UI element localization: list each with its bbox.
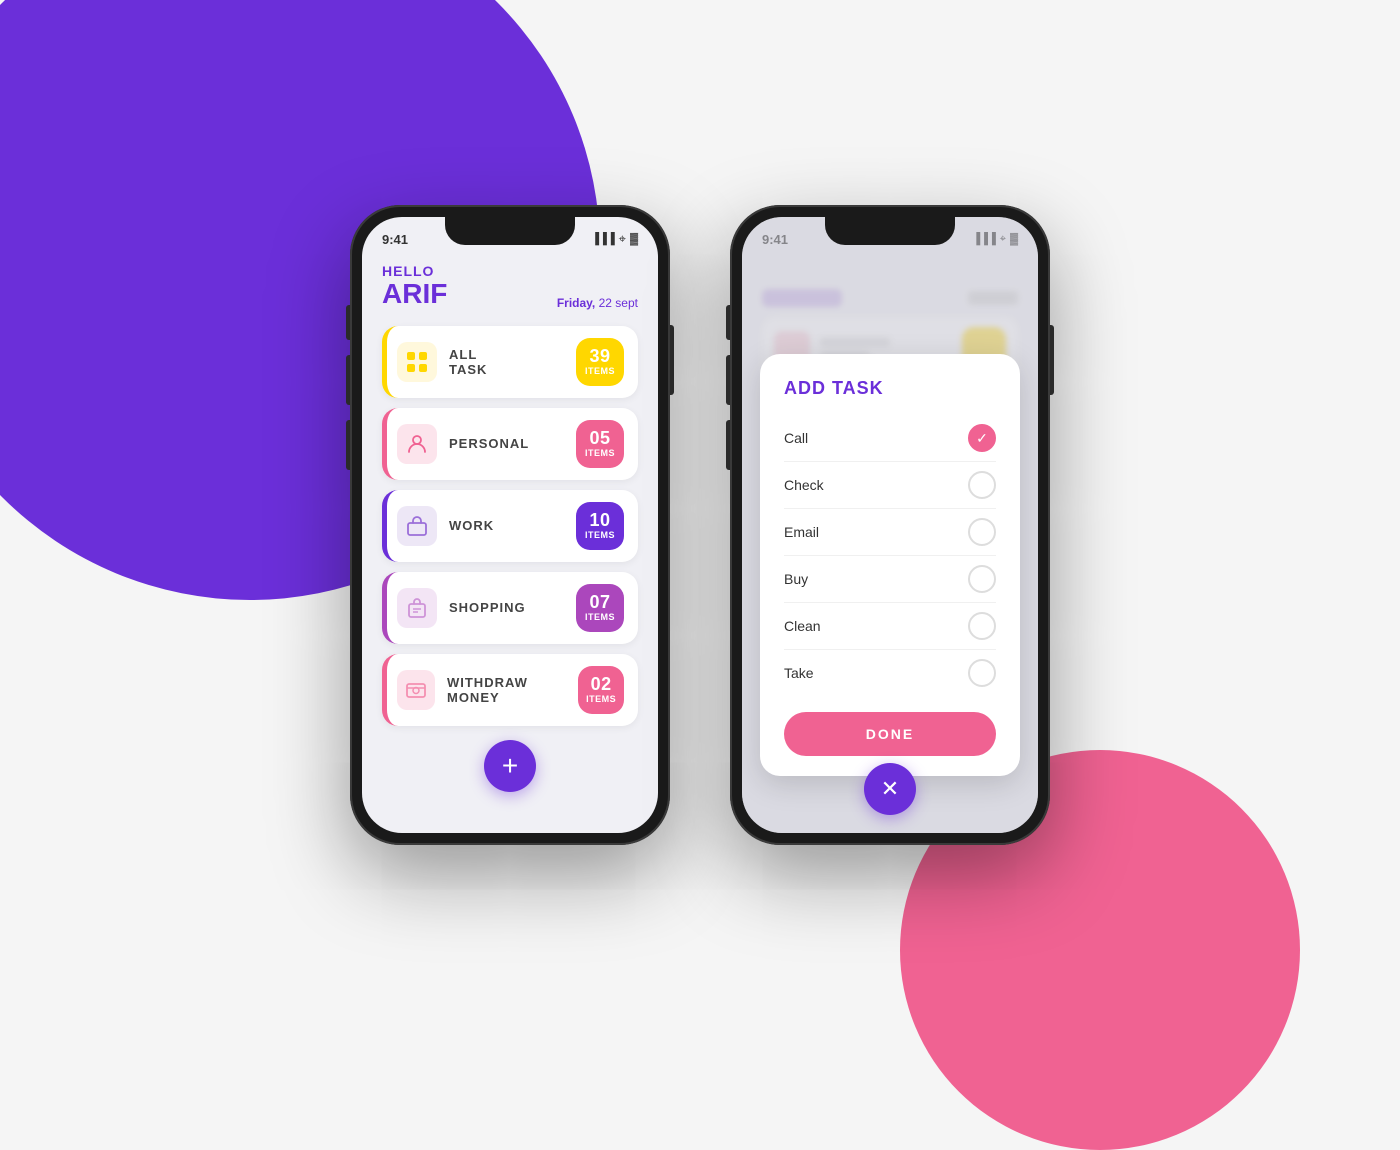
- phone-2: 9:41 ▐▐▐ ⌖ ▓: [730, 205, 1050, 845]
- task-card-personal[interactable]: PERSONAL 05 ITEMS: [382, 408, 638, 480]
- shopping-task-label: SHOPPING: [449, 600, 526, 615]
- done-button[interactable]: DONE: [784, 712, 996, 756]
- withdraw-task-label: WITHDRAW MONEY: [447, 675, 578, 705]
- work-task-label: WORK: [449, 518, 494, 533]
- all-task-label: ALLTASK: [449, 347, 487, 377]
- modal-item-call-label: Call: [784, 430, 808, 446]
- task-card-personal-left: PERSONAL: [397, 424, 529, 464]
- check-buy[interactable]: ✓: [968, 565, 996, 593]
- close-icon: ✕: [881, 776, 899, 802]
- task-card-all[interactable]: ALLTASK 39 ITEMS: [382, 326, 638, 398]
- status-time-1: 9:41: [382, 232, 408, 247]
- modal-item-clean-label: Clean: [784, 618, 821, 634]
- shopping-task-badge: 07 ITEMS: [576, 584, 624, 632]
- task-card-all-left: ALLTASK: [397, 342, 487, 382]
- phone-2-screen: 9:41 ▐▐▐ ⌖ ▓: [742, 217, 1038, 833]
- all-task-badge: 39 ITEMS: [576, 338, 624, 386]
- modal-item-email[interactable]: Email ✓: [784, 509, 996, 556]
- withdraw-icon: [397, 670, 435, 710]
- shopping-icon: [397, 588, 437, 628]
- greeting-name: ARIF: [382, 279, 447, 310]
- personal-task-badge: 05 ITEMS: [576, 420, 624, 468]
- side-button-left-bot: [346, 420, 350, 470]
- phone1-content: HELLO ARIF Friday, Friday, 22 sept22 sep…: [362, 253, 658, 802]
- withdraw-task-badge: 02 ITEMS: [578, 666, 624, 714]
- close-modal-button[interactable]: ✕: [864, 763, 916, 815]
- check-clean[interactable]: ✓: [968, 612, 996, 640]
- phone2-side-button-right: [1050, 325, 1054, 395]
- check-check[interactable]: ✓: [968, 471, 996, 499]
- modal-item-buy[interactable]: Buy ✓: [784, 556, 996, 603]
- personal-icon: [397, 424, 437, 464]
- phone2-side-button-left-top: [726, 305, 730, 340]
- greeting-date: Friday, Friday, 22 sept22 sept: [557, 296, 638, 310]
- phone-1-screen: 9:41 ▐▐▐ ⌖ ▓ HELLO ARIF Friday, Friday, …: [362, 217, 658, 833]
- task-card-shopping-left: SHOPPING: [397, 588, 526, 628]
- modal-title: ADD TASK: [784, 378, 996, 399]
- signal-icon: ▐▐▐: [591, 233, 614, 245]
- all-task-icon: [397, 342, 437, 382]
- greeting-row: HELLO ARIF Friday, Friday, 22 sept22 sep…: [382, 263, 638, 310]
- phone2-side-button-left-mid: [726, 355, 730, 405]
- modal-overlay: ADD TASK Call ✓ Check ✓ Email ✓: [742, 217, 1038, 833]
- battery-icon: ▓: [630, 233, 638, 245]
- add-task-button[interactable]: +: [484, 740, 536, 792]
- task-card-withdraw[interactable]: WITHDRAW MONEY 02 ITEMS: [382, 654, 638, 726]
- check-take[interactable]: ✓: [968, 659, 996, 687]
- work-icon: [397, 506, 437, 546]
- personal-task-label: PERSONAL: [449, 436, 529, 451]
- phone-1: 9:41 ▐▐▐ ⌖ ▓ HELLO ARIF Friday, Friday, …: [350, 205, 670, 845]
- phone2-side-button-left-bot: [726, 420, 730, 470]
- task-card-withdraw-left: WITHDRAW MONEY: [397, 670, 578, 710]
- modal-item-call[interactable]: Call ✓: [784, 415, 996, 462]
- work-task-badge: 10 ITEMS: [576, 502, 624, 550]
- check-call[interactable]: ✓: [968, 424, 996, 452]
- plus-icon: +: [502, 750, 518, 782]
- wifi-icon: ⌖: [619, 231, 626, 247]
- modal-item-clean[interactable]: Clean ✓: [784, 603, 996, 650]
- task-card-shopping[interactable]: SHOPPING 07 ITEMS: [382, 572, 638, 644]
- modal-item-email-label: Email: [784, 524, 819, 540]
- greeting-block: HELLO ARIF: [382, 263, 447, 310]
- check-email[interactable]: ✓: [968, 518, 996, 546]
- side-button-right: [670, 325, 674, 395]
- task-card-work-left: WORK: [397, 506, 494, 546]
- notch-1: [445, 217, 575, 245]
- greeting-hello: HELLO: [382, 263, 447, 279]
- notch-2: [825, 217, 955, 245]
- status-icons-1: ▐▐▐ ⌖ ▓: [591, 231, 638, 247]
- modal-item-take-label: Take: [784, 665, 814, 681]
- modal-item-check[interactable]: Check ✓: [784, 462, 996, 509]
- side-button-left-top: [346, 305, 350, 340]
- phones-container: 9:41 ▐▐▐ ⌖ ▓ HELLO ARIF Friday, Friday, …: [350, 205, 1050, 845]
- side-button-left-mid: [346, 355, 350, 405]
- add-task-modal: ADD TASK Call ✓ Check ✓ Email ✓: [760, 354, 1020, 776]
- modal-item-buy-label: Buy: [784, 571, 808, 587]
- modal-item-take[interactable]: Take ✓: [784, 650, 996, 696]
- modal-item-check-label: Check: [784, 477, 824, 493]
- task-card-work[interactable]: WORK 10 ITEMS: [382, 490, 638, 562]
